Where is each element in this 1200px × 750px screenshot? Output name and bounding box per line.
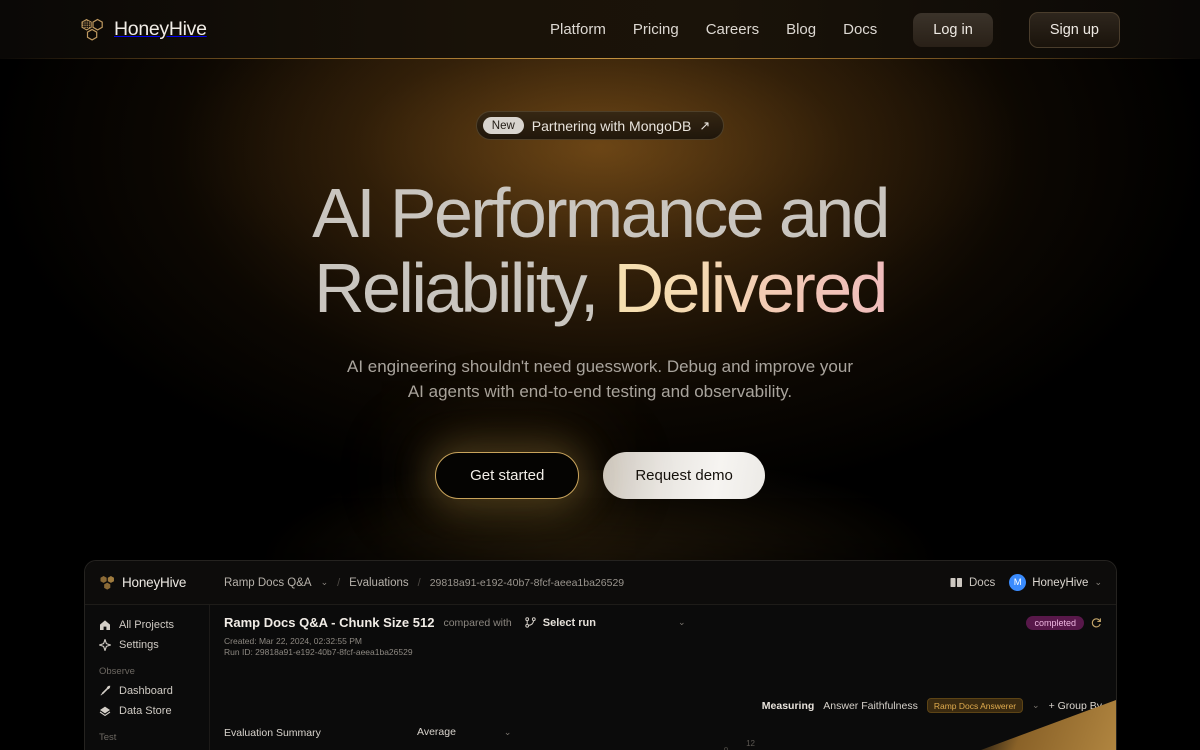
run-header-row: Ramp Docs Q&A - Chunk Size 512 compared … [224,615,1102,630]
avatar: M [1009,574,1027,591]
app-sidebar: All Projects Settings Observe Dashboard … [85,605,210,750]
select-run-dropdown[interactable]: Select run [543,617,596,629]
primary-nav: Platform Pricing Careers Blog Docs Log i… [550,11,1120,48]
breadcrumb: Ramp Docs Q&A ⌄ / Evaluations / 29818a91… [210,577,624,589]
headline-line-1: AI Performance and [312,174,890,252]
chart-y-tick-12: 12 [746,739,755,748]
aggregation-label: Average [417,726,456,738]
measuring-row: Measuring Answer Faithfulness Ramp Docs … [762,698,1102,713]
cta-button-row: Get started Request demo [0,452,1200,499]
signup-button[interactable]: Sign up [1028,11,1120,48]
nav-item-blog[interactable]: Blog [786,21,816,38]
nav-item-careers[interactable]: Careers [706,21,759,38]
rocket-icon [99,685,111,697]
breadcrumb-evaluations[interactable]: Evaluations [349,577,408,589]
aggregation-dropdown[interactable]: Average ⌄ [417,726,511,738]
sidebar-item-settings[interactable]: Settings [99,635,209,655]
run-metadata: Created: Mar 22, 2024, 02:32:55 PM Run I… [224,636,1102,658]
measuring-chevron-down-icon[interactable]: ⌄ [1032,700,1040,711]
breadcrumb-chevron-down-icon[interactable]: ⌄ [321,577,329,588]
git-branch-icon [525,617,536,628]
refresh-icon[interactable] [1091,617,1102,628]
org-name: HoneyHive [1032,576,1089,589]
app-brand-name: HoneyHive [122,575,187,590]
breadcrumb-separator-1: / [337,576,341,589]
new-badge: New [482,117,524,134]
app-docs-link[interactable]: Docs [950,577,995,589]
app-main-panel: Ramp Docs Q&A - Chunk Size 512 compared … [210,605,1116,750]
sidebar-label-all-projects: All Projects [119,619,175,631]
sidebar-item-dashboard[interactable]: Dashboard [99,681,209,701]
measuring-label: Measuring [761,699,815,712]
evaluation-summary: Evaluation Summary Context Relevance Ram… [224,727,421,750]
subheading-line-1: AI engineering shouldn't need guesswork.… [346,357,853,376]
run-created-timestamp: Created: Mar 22, 2024, 02:32:55 PM [224,636,362,646]
headline-line-2-plain: Reliability, [314,249,599,327]
app-honeycomb-logo-icon [99,575,116,591]
sidebar-section-test: Test [99,732,117,743]
nav-item-platform[interactable]: Platform [550,21,606,38]
announcement-text: Partnering with MongoDB [531,117,692,134]
top-navigation-bar: HoneyHive Platform Pricing Careers Blog … [0,0,1200,59]
nav-item-pricing[interactable]: Pricing [633,21,679,38]
home-icon [99,619,111,631]
hero-section: New Partnering with MongoDB ↗ AI Perform… [0,59,1200,499]
aggregation-chevron-down-icon: ⌄ [503,726,512,737]
brand-name: HoneyHive [114,18,207,40]
sidebar-item-all-projects[interactable]: All Projects [99,615,209,635]
sidebar-label-data-store: Data Store [119,705,172,717]
sidebar-section-observe: Observe [99,666,135,677]
sidebar-label-dashboard: Dashboard [119,685,173,697]
product-screenshot: HoneyHive Ramp Docs Q&A ⌄ / Evaluations … [84,560,1117,750]
page-title: AI Performance and Reliability, Delivere… [0,176,1200,326]
database-icon [99,705,111,717]
sidebar-label-settings: Settings [119,639,159,651]
subheading-line-2: AI agents with end-to-end testing and ob… [407,382,793,401]
external-link-arrow-icon: ↗ [699,117,711,133]
chart-y-axis: count 12 9 6 [722,733,755,750]
select-run-chevron-down-icon[interactable]: ⌄ [678,617,686,628]
run-title: Ramp Docs Q&A - Chunk Size 512 [224,615,435,630]
plus-icon: + [1048,699,1055,712]
evaluation-summary-title: Evaluation Summary [224,727,321,739]
run-id-line: Run ID: 29818a91-e192-40b7-8fcf-aeea1ba2… [224,647,413,657]
app-header-actions: Docs M HoneyHive ⌄ [950,574,1116,591]
announcement-banner[interactable]: New Partnering with MongoDB ↗ [475,111,725,140]
login-button[interactable]: Log in [913,12,993,47]
measuring-metric-name: Answer Faithfulness [823,699,918,712]
book-icon [950,577,963,588]
app-header: HoneyHive Ramp Docs Q&A ⌄ / Evaluations … [85,561,1116,605]
org-chevron-down-icon: ⌄ [1094,577,1102,587]
app-docs-label: Docs [969,576,996,589]
sidebar-item-data-store[interactable]: Data Store [99,701,209,721]
compared-with-label: compared with [443,616,512,629]
status-badge: completed [1026,615,1084,630]
request-demo-button[interactable]: Request demo [603,452,765,499]
breadcrumb-separator-2: / [417,576,421,589]
headline-line-2-accent: Delivered [613,249,889,327]
sparkle-icon [99,639,111,651]
honeycomb-logo-icon [80,18,105,42]
brand-logo-link[interactable]: HoneyHive [80,18,207,42]
app-body: All Projects Settings Observe Dashboard … [85,605,1116,750]
nav-item-docs[interactable]: Docs [843,21,877,38]
breadcrumb-run-id[interactable]: 29818a91-e192-40b7-8fcf-aeea1ba26529 [430,577,624,589]
get-started-button[interactable]: Get started [435,452,580,499]
landing-page: HoneyHive Platform Pricing Careers Blog … [0,0,1200,750]
app-brand[interactable]: HoneyHive [85,575,210,591]
measuring-tag: Ramp Docs Answerer [926,698,1024,713]
breadcrumb-project[interactable]: Ramp Docs Q&A [224,577,312,589]
hero-subheading: AI engineering shouldn't need guesswork.… [0,354,1200,404]
org-switcher[interactable]: M HoneyHive ⌄ [1009,574,1102,591]
